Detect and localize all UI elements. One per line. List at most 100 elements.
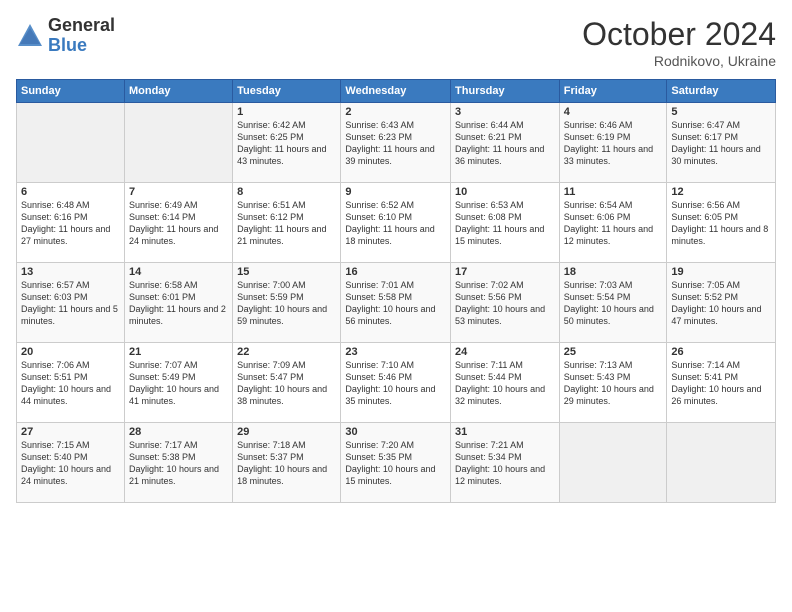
calendar-cell: 31Sunrise: 7:21 AM Sunset: 5:34 PM Dayli… xyxy=(451,423,560,503)
day-info: Sunrise: 6:47 AM Sunset: 6:17 PM Dayligh… xyxy=(671,119,771,168)
day-number: 19 xyxy=(671,266,771,278)
logo-icon xyxy=(16,22,44,50)
day-info: Sunrise: 6:52 AM Sunset: 6:10 PM Dayligh… xyxy=(345,199,446,248)
calendar-cell xyxy=(667,423,776,503)
day-header-friday: Friday xyxy=(559,80,667,103)
day-info: Sunrise: 7:06 AM Sunset: 5:51 PM Dayligh… xyxy=(21,359,120,408)
logo-general-text: General xyxy=(48,16,115,36)
day-info: Sunrise: 6:49 AM Sunset: 6:14 PM Dayligh… xyxy=(129,199,228,248)
month-title: October 2024 xyxy=(582,16,776,53)
calendar-cell: 17Sunrise: 7:02 AM Sunset: 5:56 PM Dayli… xyxy=(451,263,560,343)
calendar-cell: 19Sunrise: 7:05 AM Sunset: 5:52 PM Dayli… xyxy=(667,263,776,343)
day-info: Sunrise: 7:00 AM Sunset: 5:59 PM Dayligh… xyxy=(237,279,336,328)
day-info: Sunrise: 6:57 AM Sunset: 6:03 PM Dayligh… xyxy=(21,279,120,328)
calendar-cell: 2Sunrise: 6:43 AM Sunset: 6:23 PM Daylig… xyxy=(341,103,451,183)
day-number: 18 xyxy=(564,266,663,278)
day-info: Sunrise: 7:20 AM Sunset: 5:35 PM Dayligh… xyxy=(345,439,446,488)
page-header: General Blue October 2024 Rodnikovo, Ukr… xyxy=(16,16,776,69)
calendar-cell: 15Sunrise: 7:00 AM Sunset: 5:59 PM Dayli… xyxy=(233,263,341,343)
day-info: Sunrise: 7:21 AM Sunset: 5:34 PM Dayligh… xyxy=(455,439,555,488)
day-info: Sunrise: 7:01 AM Sunset: 5:58 PM Dayligh… xyxy=(345,279,446,328)
day-number: 7 xyxy=(129,186,228,198)
day-info: Sunrise: 7:15 AM Sunset: 5:40 PM Dayligh… xyxy=(21,439,120,488)
calendar-cell: 29Sunrise: 7:18 AM Sunset: 5:37 PM Dayli… xyxy=(233,423,341,503)
calendar-cell: 13Sunrise: 6:57 AM Sunset: 6:03 PM Dayli… xyxy=(17,263,125,343)
calendar-table: SundayMondayTuesdayWednesdayThursdayFrid… xyxy=(16,79,776,503)
day-header-sunday: Sunday xyxy=(17,80,125,103)
calendar-cell: 25Sunrise: 7:13 AM Sunset: 5:43 PM Dayli… xyxy=(559,343,667,423)
calendar-cell: 14Sunrise: 6:58 AM Sunset: 6:01 PM Dayli… xyxy=(124,263,232,343)
calendar-cell: 21Sunrise: 7:07 AM Sunset: 5:49 PM Dayli… xyxy=(124,343,232,423)
day-number: 21 xyxy=(129,346,228,358)
day-info: Sunrise: 7:02 AM Sunset: 5:56 PM Dayligh… xyxy=(455,279,555,328)
calendar-cell: 20Sunrise: 7:06 AM Sunset: 5:51 PM Dayli… xyxy=(17,343,125,423)
day-info: Sunrise: 6:48 AM Sunset: 6:16 PM Dayligh… xyxy=(21,199,120,248)
calendar-cell: 8Sunrise: 6:51 AM Sunset: 6:12 PM Daylig… xyxy=(233,183,341,263)
calendar-cell: 3Sunrise: 6:44 AM Sunset: 6:21 PM Daylig… xyxy=(451,103,560,183)
day-info: Sunrise: 6:46 AM Sunset: 6:19 PM Dayligh… xyxy=(564,119,663,168)
day-number: 1 xyxy=(237,106,336,118)
day-number: 27 xyxy=(21,426,120,438)
day-number: 30 xyxy=(345,426,446,438)
calendar-cell: 9Sunrise: 6:52 AM Sunset: 6:10 PM Daylig… xyxy=(341,183,451,263)
day-info: Sunrise: 7:10 AM Sunset: 5:46 PM Dayligh… xyxy=(345,359,446,408)
day-number: 31 xyxy=(455,426,555,438)
day-number: 9 xyxy=(345,186,446,198)
day-number: 12 xyxy=(671,186,771,198)
day-number: 22 xyxy=(237,346,336,358)
day-info: Sunrise: 7:14 AM Sunset: 5:41 PM Dayligh… xyxy=(671,359,771,408)
day-info: Sunrise: 6:58 AM Sunset: 6:01 PM Dayligh… xyxy=(129,279,228,328)
day-info: Sunrise: 6:51 AM Sunset: 6:12 PM Dayligh… xyxy=(237,199,336,248)
calendar-week-5: 27Sunrise: 7:15 AM Sunset: 5:40 PM Dayli… xyxy=(17,423,776,503)
day-number: 10 xyxy=(455,186,555,198)
day-number: 5 xyxy=(671,106,771,118)
day-info: Sunrise: 7:13 AM Sunset: 5:43 PM Dayligh… xyxy=(564,359,663,408)
logo: General Blue xyxy=(16,16,115,56)
day-header-monday: Monday xyxy=(124,80,232,103)
calendar-cell: 6Sunrise: 6:48 AM Sunset: 6:16 PM Daylig… xyxy=(17,183,125,263)
day-info: Sunrise: 7:05 AM Sunset: 5:52 PM Dayligh… xyxy=(671,279,771,328)
day-number: 20 xyxy=(21,346,120,358)
calendar-cell: 30Sunrise: 7:20 AM Sunset: 5:35 PM Dayli… xyxy=(341,423,451,503)
calendar-week-4: 20Sunrise: 7:06 AM Sunset: 5:51 PM Dayli… xyxy=(17,343,776,423)
day-number: 11 xyxy=(564,186,663,198)
calendar-week-3: 13Sunrise: 6:57 AM Sunset: 6:03 PM Dayli… xyxy=(17,263,776,343)
day-number: 14 xyxy=(129,266,228,278)
calendar-cell: 5Sunrise: 6:47 AM Sunset: 6:17 PM Daylig… xyxy=(667,103,776,183)
day-header-thursday: Thursday xyxy=(451,80,560,103)
day-number: 8 xyxy=(237,186,336,198)
day-number: 23 xyxy=(345,346,446,358)
day-header-tuesday: Tuesday xyxy=(233,80,341,103)
day-info: Sunrise: 6:53 AM Sunset: 6:08 PM Dayligh… xyxy=(455,199,555,248)
calendar-cell: 12Sunrise: 6:56 AM Sunset: 6:05 PM Dayli… xyxy=(667,183,776,263)
calendar-cell: 16Sunrise: 7:01 AM Sunset: 5:58 PM Dayli… xyxy=(341,263,451,343)
calendar-cell: 28Sunrise: 7:17 AM Sunset: 5:38 PM Dayli… xyxy=(124,423,232,503)
day-number: 16 xyxy=(345,266,446,278)
day-info: Sunrise: 7:09 AM Sunset: 5:47 PM Dayligh… xyxy=(237,359,336,408)
day-info: Sunrise: 6:56 AM Sunset: 6:05 PM Dayligh… xyxy=(671,199,771,248)
calendar-cell xyxy=(17,103,125,183)
day-info: Sunrise: 7:18 AM Sunset: 5:37 PM Dayligh… xyxy=(237,439,336,488)
day-number: 28 xyxy=(129,426,228,438)
day-number: 2 xyxy=(345,106,446,118)
day-info: Sunrise: 7:03 AM Sunset: 5:54 PM Dayligh… xyxy=(564,279,663,328)
calendar-header-row: SundayMondayTuesdayWednesdayThursdayFrid… xyxy=(17,80,776,103)
calendar-cell xyxy=(559,423,667,503)
day-info: Sunrise: 6:44 AM Sunset: 6:21 PM Dayligh… xyxy=(455,119,555,168)
calendar-cell xyxy=(124,103,232,183)
location: Rodnikovo, Ukraine xyxy=(582,53,776,69)
calendar-cell: 23Sunrise: 7:10 AM Sunset: 5:46 PM Dayli… xyxy=(341,343,451,423)
calendar-cell: 24Sunrise: 7:11 AM Sunset: 5:44 PM Dayli… xyxy=(451,343,560,423)
day-info: Sunrise: 7:17 AM Sunset: 5:38 PM Dayligh… xyxy=(129,439,228,488)
title-area: October 2024 Rodnikovo, Ukraine xyxy=(582,16,776,69)
calendar-week-2: 6Sunrise: 6:48 AM Sunset: 6:16 PM Daylig… xyxy=(17,183,776,263)
calendar-cell: 22Sunrise: 7:09 AM Sunset: 5:47 PM Dayli… xyxy=(233,343,341,423)
day-info: Sunrise: 7:07 AM Sunset: 5:49 PM Dayligh… xyxy=(129,359,228,408)
calendar-cell: 7Sunrise: 6:49 AM Sunset: 6:14 PM Daylig… xyxy=(124,183,232,263)
day-number: 4 xyxy=(564,106,663,118)
day-header-wednesday: Wednesday xyxy=(341,80,451,103)
calendar-cell: 10Sunrise: 6:53 AM Sunset: 6:08 PM Dayli… xyxy=(451,183,560,263)
day-number: 29 xyxy=(237,426,336,438)
logo-blue-text: Blue xyxy=(48,36,115,56)
calendar-cell: 11Sunrise: 6:54 AM Sunset: 6:06 PM Dayli… xyxy=(559,183,667,263)
